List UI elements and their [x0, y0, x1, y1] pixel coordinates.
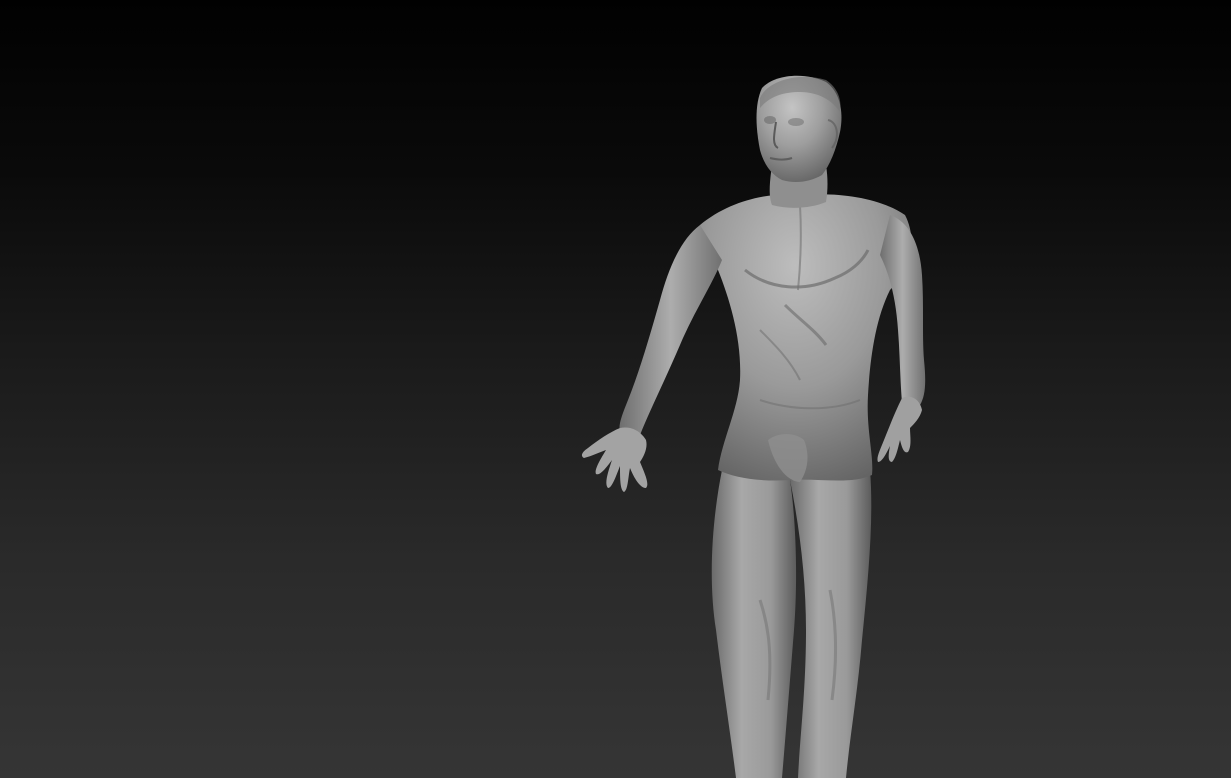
3d-viewport-canvas[interactable]: [0, 0, 1231, 778]
torso: [700, 194, 912, 482]
legs: [711, 470, 872, 778]
left-arm: [581, 225, 722, 492]
right-arm: [877, 215, 926, 462]
head: [756, 75, 842, 183]
sculpted-figure-model[interactable]: [0, 0, 1231, 778]
